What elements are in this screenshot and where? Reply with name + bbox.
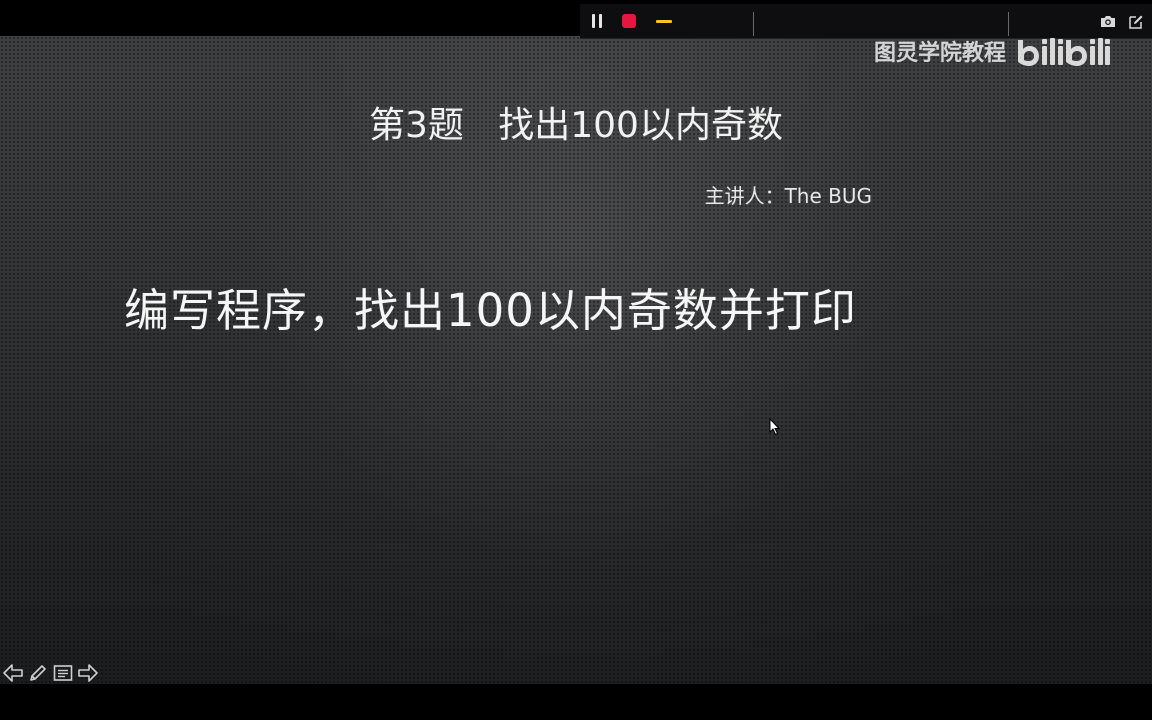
- slide-title: 第3题 找出100以内奇数: [369, 105, 783, 146]
- presentation-screen: 第3题 找出100以内奇数 主讲人：The BUG 编写程序，找出100以内奇数…: [0, 0, 1152, 720]
- toolbar-divider: [753, 12, 754, 36]
- slide: 第3题 找出100以内奇数 主讲人：The BUG 编写程序，找出100以内奇数…: [0, 36, 1152, 684]
- next-arrow-icon[interactable]: [77, 662, 99, 684]
- edit-icon[interactable]: [1128, 14, 1144, 30]
- watermark: 图灵学院教程: [874, 34, 1111, 68]
- minimize-icon[interactable]: [656, 20, 672, 23]
- presenter-label: 主讲人：The BUG: [704, 184, 872, 208]
- bilibili-logo: [1018, 38, 1111, 66]
- slide-body-text: 编写程序，找出100以内奇数并打印: [124, 284, 857, 337]
- previous-arrow-icon[interactable]: [2, 662, 24, 684]
- watermark-text: 图灵学院教程: [874, 41, 1007, 66]
- stop-icon[interactable]: [622, 14, 636, 28]
- menu-icon[interactable]: [52, 662, 74, 684]
- bottom-letterbox: [0, 684, 1152, 720]
- pen-icon[interactable]: [27, 662, 49, 684]
- mouse-cursor-icon: [769, 418, 781, 436]
- slideshow-controls: [2, 661, 99, 684]
- camera-icon[interactable]: [1100, 15, 1116, 27]
- pause-icon[interactable]: [590, 14, 604, 28]
- toolbar-divider: [1008, 12, 1009, 36]
